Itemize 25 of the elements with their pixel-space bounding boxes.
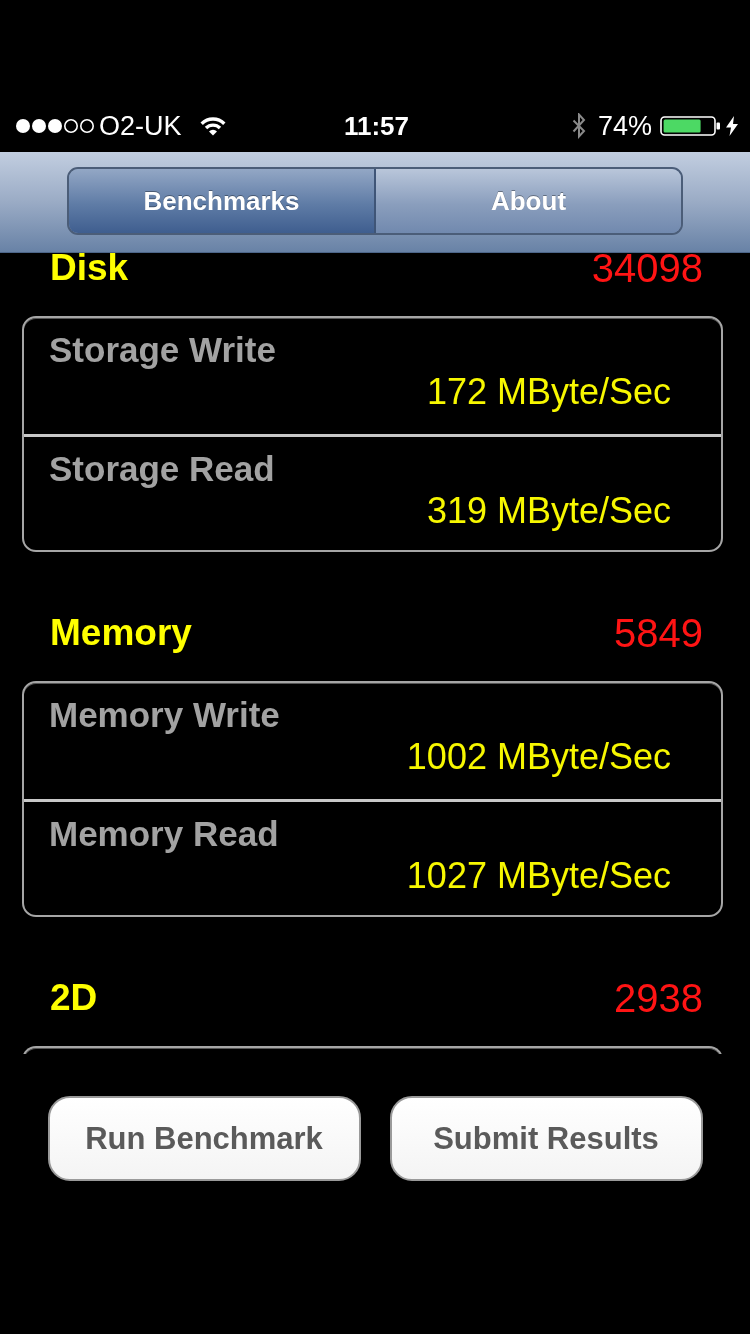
section-title: Disk xyxy=(50,253,129,290)
action-button[interactable]: Submit Results xyxy=(389,1096,703,1181)
section-score: 34098 xyxy=(591,253,703,292)
battery-percent: 74% xyxy=(597,110,652,142)
section-score: 5849 xyxy=(614,610,703,657)
result-label: Storage Write xyxy=(49,330,276,370)
action-button[interactable]: Run Benchmark xyxy=(47,1096,361,1181)
bluetooth-icon xyxy=(571,113,586,139)
result-label: Memory Read xyxy=(49,814,279,854)
battery-icon xyxy=(660,116,722,136)
status-time: 11:57 xyxy=(343,110,410,142)
section-score: 2938 xyxy=(614,975,703,1022)
result-value: 1027 MByte/Sec xyxy=(406,854,671,898)
section-title: 2D xyxy=(50,976,98,1020)
charging-bolt-icon xyxy=(726,116,738,136)
segment-tab[interactable]: Benchmarks xyxy=(69,169,374,233)
result-value: 172 MByte/Sec xyxy=(426,370,671,414)
result-label: Storage Read xyxy=(49,449,275,489)
section-title: Memory xyxy=(50,611,192,655)
signal-strength-icon xyxy=(15,118,95,134)
result-value: 319 MByte/Sec xyxy=(426,489,671,533)
carrier-name: O2-UK xyxy=(99,110,182,142)
result-value: 1002 MByte/Sec xyxy=(406,735,671,779)
result-label: Memory Write xyxy=(49,695,280,735)
wifi-icon xyxy=(198,116,227,136)
